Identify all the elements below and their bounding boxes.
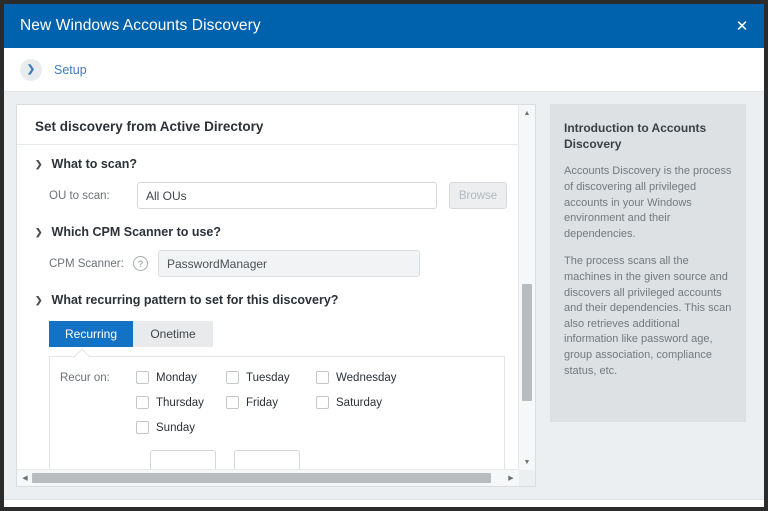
checkbox-box-icon[interactable] bbox=[136, 396, 149, 409]
checkbox-label: Friday bbox=[246, 396, 278, 409]
window-title: New Windows Accounts Discovery bbox=[20, 17, 261, 34]
info-panel-title: Introduction to Accounts Discovery bbox=[564, 121, 707, 152]
scrollbar-corner bbox=[519, 470, 535, 486]
chevron-right-icon: ❯ bbox=[35, 294, 43, 305]
cpm-scanner-label: CPM Scanner: bbox=[49, 257, 124, 270]
recur-on-label: Recur on: bbox=[60, 372, 110, 384]
cpm-scanner-input[interactable] bbox=[158, 250, 420, 277]
chevron-right-icon: ❯ bbox=[35, 226, 43, 237]
clipped-input-row bbox=[150, 450, 494, 471]
section-header-cpm-scanner[interactable]: ❯ Which CPM Scanner to use? bbox=[35, 213, 519, 241]
section-title-what-to-scan: What to scan? bbox=[51, 157, 137, 171]
section-header-recurring-pattern[interactable]: ❯ What recurring pattern to set for this… bbox=[35, 281, 519, 309]
browse-button[interactable]: Browse bbox=[449, 182, 507, 209]
form-title: Set discovery from Active Directory bbox=[35, 119, 264, 134]
checkbox-thursday[interactable]: Thursday bbox=[136, 396, 226, 409]
help-icon[interactable]: ? bbox=[133, 256, 148, 271]
checkbox-label: Thursday bbox=[156, 396, 204, 409]
title-bar: New Windows Accounts Discovery ✕ bbox=[4, 4, 764, 48]
checkbox-saturday[interactable]: Saturday bbox=[316, 396, 406, 409]
checkbox-box-icon[interactable] bbox=[316, 396, 329, 409]
scroll-left-icon[interactable]: ◀ bbox=[17, 470, 33, 486]
dialog-body: Set discovery from Active Directory ❯ Wh… bbox=[4, 92, 764, 499]
checkbox-friday[interactable]: Friday bbox=[226, 396, 316, 409]
discovery-form-card: Set discovery from Active Directory ❯ Wh… bbox=[16, 104, 536, 487]
chevron-right-icon: ❯ bbox=[35, 158, 43, 169]
checkbox-sunday[interactable]: Sunday bbox=[136, 421, 226, 434]
ou-to-scan-input[interactable] bbox=[137, 182, 437, 209]
recur-on-row: Recur on: Monday Tuesday Wednesday Thurs… bbox=[60, 371, 494, 434]
checkbox-monday[interactable]: Monday bbox=[136, 371, 226, 384]
dialog-footer: Cancel Done bbox=[4, 499, 764, 507]
checkbox-label: Tuesday bbox=[246, 371, 290, 384]
ou-to-scan-label: OU to scan: bbox=[49, 189, 110, 202]
breadcrumb: ❯ Setup bbox=[4, 48, 764, 92]
dialog-window: New Windows Accounts Discovery ✕ ❯ Setup… bbox=[4, 4, 764, 507]
scroll-up-icon[interactable]: ▲ bbox=[519, 105, 535, 121]
checkbox-label: Saturday bbox=[336, 396, 383, 409]
scroll-right-icon[interactable]: ▶ bbox=[503, 470, 519, 486]
checkbox-box-icon[interactable] bbox=[316, 371, 329, 384]
checkbox-label: Sunday bbox=[156, 421, 196, 434]
panel-notch bbox=[73, 348, 91, 366]
vertical-scrollbar[interactable]: ▲ ▼ bbox=[518, 105, 535, 470]
breadcrumb-item-setup[interactable]: Setup bbox=[54, 63, 87, 77]
section-header-what-to-scan[interactable]: ❯ What to scan? bbox=[35, 145, 519, 173]
checkbox-label: Wednesday bbox=[336, 371, 397, 384]
checkbox-tuesday[interactable]: Tuesday bbox=[226, 371, 316, 384]
clipped-input-first[interactable] bbox=[150, 450, 216, 471]
horizontal-scrollbar-thumb[interactable] bbox=[32, 473, 491, 483]
checkbox-box-icon[interactable] bbox=[136, 371, 149, 384]
tab-recurring[interactable]: Recurring bbox=[49, 321, 134, 347]
checkbox-wednesday[interactable]: Wednesday bbox=[316, 371, 406, 384]
recur-on-panel: Recur on: Monday Tuesday Wednesday Thurs… bbox=[49, 348, 505, 486]
info-panel-paragraph-2: The process scans all the machines in th… bbox=[564, 255, 732, 377]
ou-to-scan-row: OU to scan: Browse bbox=[35, 173, 519, 213]
checkbox-box-icon[interactable] bbox=[226, 371, 239, 384]
checkbox-label: Monday bbox=[156, 371, 197, 384]
form-scroll-region: ❯ What to scan? OU to scan: Browse ❯ Whi… bbox=[17, 144, 519, 486]
recurrence-tabs: Recurring Onetime bbox=[49, 321, 519, 347]
section-title-recurring-pattern: What recurring pattern to set for this d… bbox=[51, 293, 339, 307]
chevron-right-icon: ❯ bbox=[20, 58, 42, 81]
horizontal-scrollbar[interactable]: ◀ ▶ bbox=[17, 469, 519, 486]
day-checkbox-group: Monday Tuesday Wednesday Thursday Friday… bbox=[136, 371, 494, 434]
tab-onetime[interactable]: Onetime bbox=[133, 321, 214, 347]
info-panel-paragraph-1: Accounts Discovery is the process of dis… bbox=[564, 165, 732, 240]
checkbox-box-icon[interactable] bbox=[136, 421, 149, 434]
close-icon[interactable]: ✕ bbox=[720, 4, 764, 48]
cpm-scanner-row: CPM Scanner: ? bbox=[35, 241, 519, 281]
info-panel: Introduction to Accounts Discovery Accou… bbox=[550, 104, 746, 422]
section-title-cpm-scanner: Which CPM Scanner to use? bbox=[51, 225, 222, 239]
clipped-input-second[interactable] bbox=[234, 450, 300, 471]
form-content: ❯ What to scan? OU to scan: Browse ❯ Whi… bbox=[17, 145, 519, 486]
scroll-down-icon[interactable]: ▼ bbox=[519, 454, 535, 470]
checkbox-box-icon[interactable] bbox=[226, 396, 239, 409]
vertical-scrollbar-thumb[interactable] bbox=[522, 283, 532, 401]
